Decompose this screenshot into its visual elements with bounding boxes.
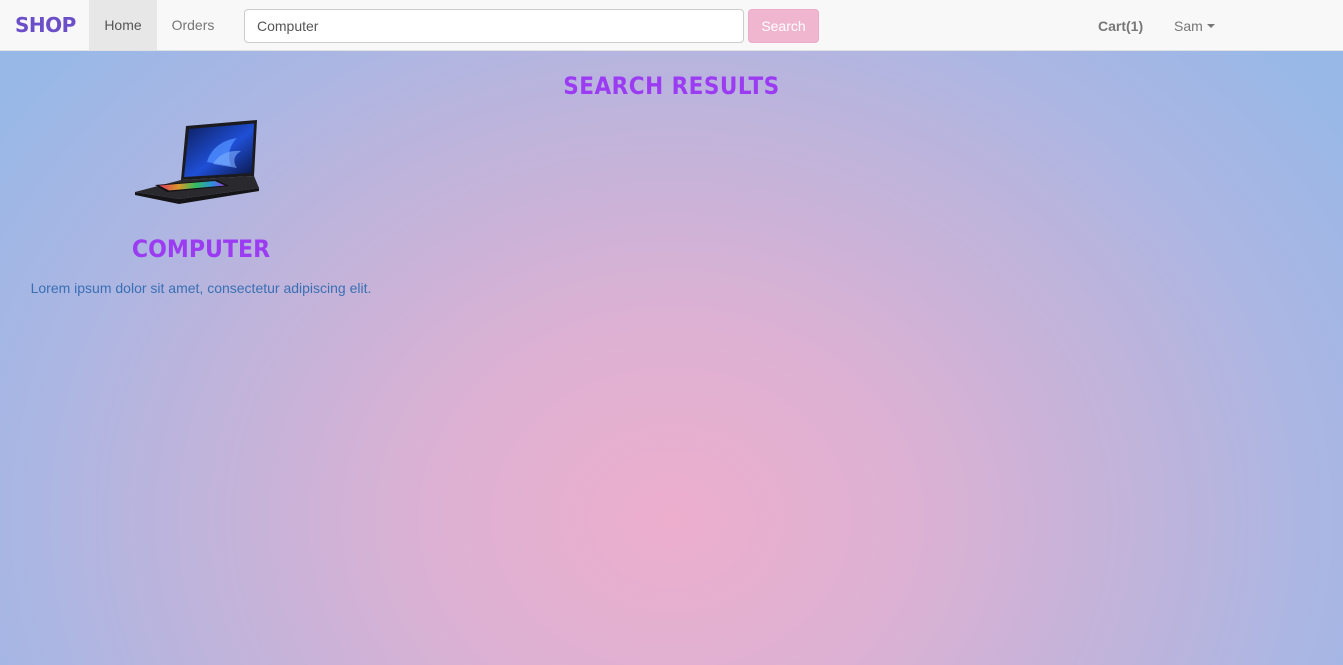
search-input[interactable] xyxy=(244,9,744,43)
caret-down-icon xyxy=(1206,24,1215,29)
nav-orders-link[interactable]: Orders xyxy=(157,0,229,50)
product-card: COMPUTER Lorem ipsum dolor sit amet, con… xyxy=(15,112,387,312)
product-name[interactable]: COMPUTER xyxy=(30,235,372,263)
top-navbar: SHOP Home Orders Search Cart(1) Sam xyxy=(0,0,1343,51)
laptop-image[interactable] xyxy=(133,118,261,206)
user-name: Sam xyxy=(1174,18,1203,34)
nav-home-link[interactable]: Home xyxy=(89,0,157,50)
page-title: SEARCH RESULTS xyxy=(563,72,780,100)
brand-logo[interactable]: SHOP xyxy=(15,13,76,37)
user-menu-dropdown[interactable]: Sam xyxy=(1174,0,1215,50)
product-description: Lorem ipsum dolor sit amet, consectetur … xyxy=(30,280,372,296)
cart-link[interactable]: Cart(1) xyxy=(1098,0,1143,50)
search-button[interactable]: Search xyxy=(748,9,819,43)
